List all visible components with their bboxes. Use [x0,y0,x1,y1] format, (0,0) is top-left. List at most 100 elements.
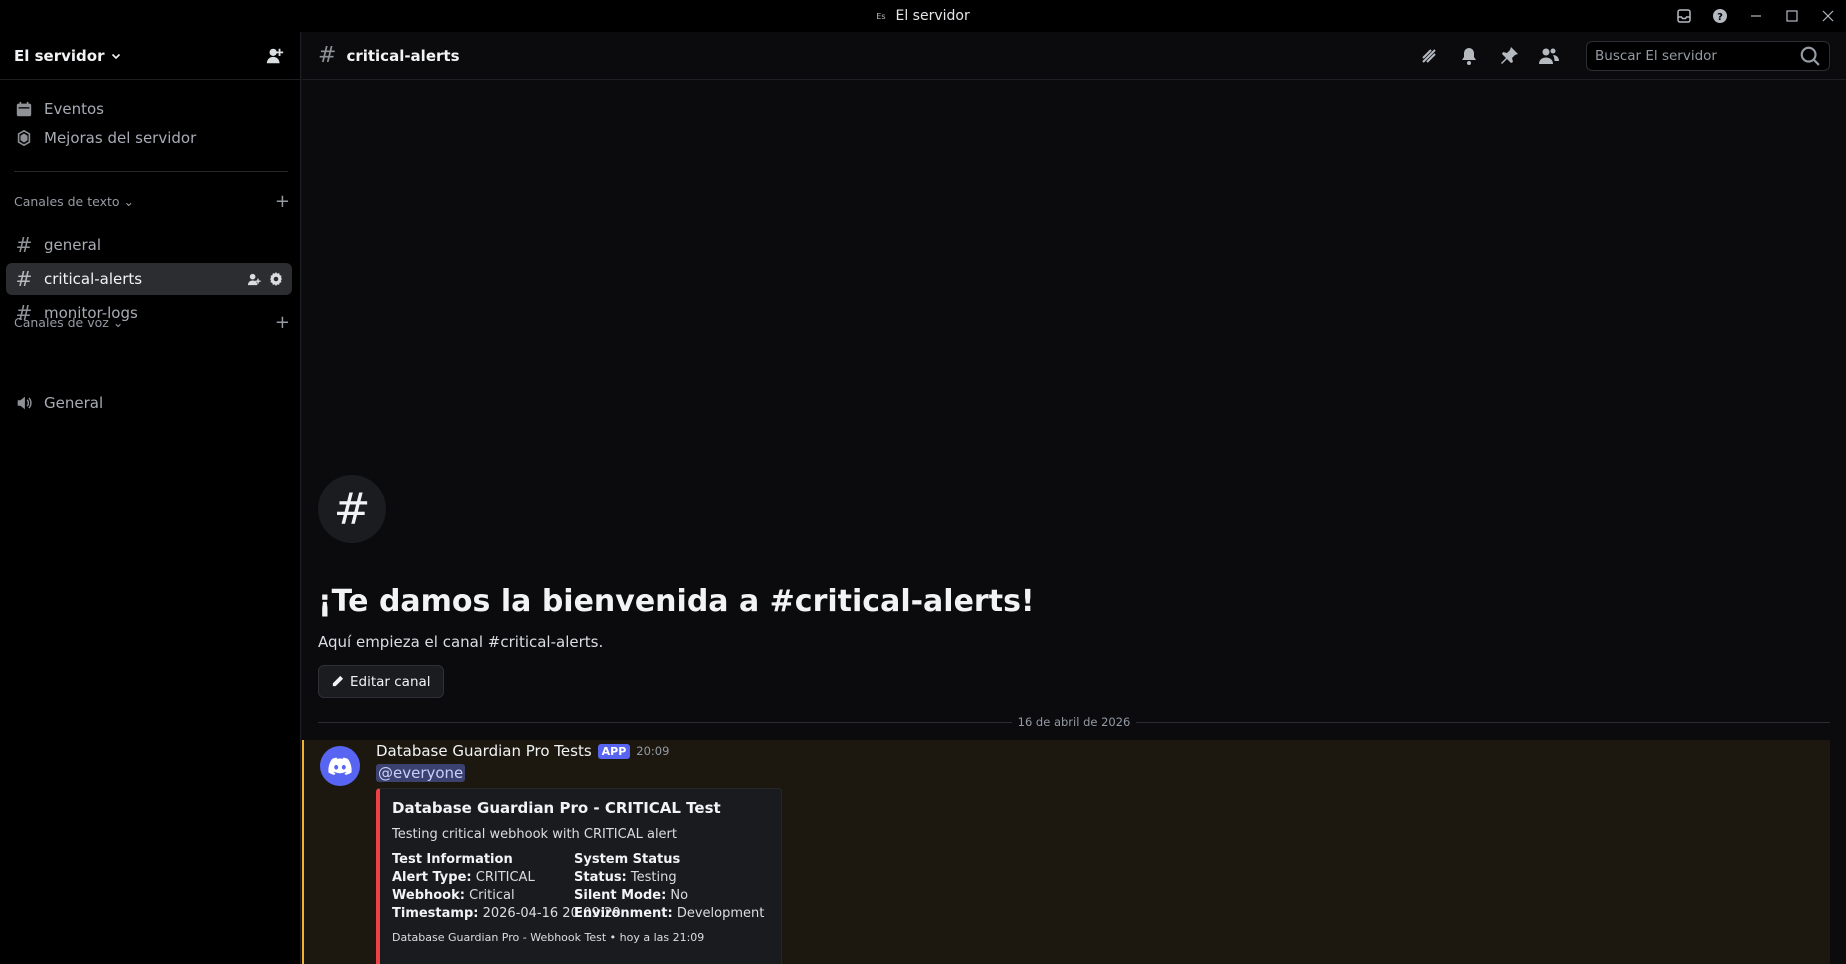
channel-main: # critical-alerts # ¡Te damos la bienven… [302,32,1846,964]
category-label-text: Canales de texto [14,193,120,209]
message-embed: Database Guardian Pro - CRITICAL Test Te… [376,788,782,964]
category-label-text: Canales de voz [14,314,109,330]
chevron-down-icon: ⌄ [123,193,135,209]
inbox-icon[interactable] [1666,0,1702,32]
close-icon[interactable] [1810,0,1846,32]
search-input[interactable] [1595,47,1799,64]
channel-actions [247,271,284,287]
embed-field-name: Test Information [392,852,513,867]
discord-logo-icon [328,757,352,775]
bell-icon[interactable] [1458,45,1480,67]
text-channel-hash-icon: # [15,267,33,291]
sidebar-item-mejoras[interactable]: Mejoras del servidor [6,122,292,154]
channel-item-critical-alerts[interactable]: # critical-alerts [6,263,292,295]
embed-field-line: Timestamp: 2026-04-16 20:09:29 [392,905,621,923]
divider-line [1136,721,1830,723]
field-key: Status: [574,870,627,885]
chevron-down-icon [112,53,121,59]
calendar-icon [14,99,34,119]
member-list-icon[interactable] [1538,45,1560,67]
pin-icon[interactable] [1498,45,1520,67]
field-key: Webhook: [392,888,465,903]
message-item[interactable]: Database Guardian Pro Tests APP 20:09 @e… [302,740,1830,964]
welcome-title: ¡Te damos la bienvenida a #critical-aler… [318,584,1035,619]
speaker-icon [14,393,34,413]
channel-sidebar: El servidor Eventos Mejoras del servidor… [0,32,301,964]
invite-people-icon[interactable] [264,45,286,67]
category-label[interactable]: Canales de texto ⌄ [14,194,134,209]
maximize-icon[interactable] [1774,0,1810,32]
channel-welcome-hash-icon: # [318,475,386,543]
search-icon [1800,46,1820,66]
message-header: Database Guardian Pro Tests APP 20:09 [376,742,669,760]
invite-icon[interactable] [247,272,262,287]
app-badge: APP [597,743,631,759]
category-label[interactable]: Canales de voz ⌄ [14,315,123,330]
everyone-mention[interactable]: @everyone [376,764,466,782]
threads-icon[interactable] [1418,45,1440,67]
text-channel-hash-icon: # [15,233,33,257]
edit-channel-label: Editar canal [350,673,431,690]
edit-channel-button[interactable]: Editar canal [318,665,444,698]
embed-field-line: Webhook: Critical [392,887,568,905]
field-key: Alert Type: [392,870,472,885]
date-divider-label: 16 de abril de 2026 [1017,715,1131,729]
field-value: Development [676,906,765,921]
boost-shield-icon [14,128,34,148]
embed-field-line: Status: Testing [574,869,746,887]
category-text-channels[interactable]: Canales de texto ⌄ + [14,191,290,212]
sidebar-divider [14,171,288,172]
embed-fields: Test Information Alert Type: CRITICAL We… [392,852,769,923]
field-value: Critical [469,888,515,903]
sidebar-item-eventos[interactable]: Eventos [6,93,292,125]
server-name-label: El servidor [14,46,105,65]
field-value: CRITICAL [475,870,535,885]
help-icon[interactable]: ? [1702,0,1738,32]
window-title: Es El servidor [876,8,969,24]
field-key: Environment: [574,906,673,921]
minimize-icon[interactable] [1738,0,1774,32]
welcome-subtitle: Aquí empieza el canal #critical-alerts. [318,633,604,651]
text-channel-hash-icon: # [318,43,337,68]
server-glyph-icon: Es [876,11,886,21]
window-controls: ? [1666,0,1846,32]
embed-field-line: Alert Type: CRITICAL [392,869,568,887]
server-header[interactable]: El servidor [0,32,300,80]
channel-header: # critical-alerts [302,32,1846,80]
chevron-down-icon: ⌄ [112,314,124,330]
field-value: No [670,888,689,903]
field-key: Silent Mode: [574,888,667,903]
window-title-text: El servidor [895,8,970,24]
embed-field-line: Environment: Development [574,905,764,923]
create-channel-icon[interactable]: + [275,191,290,212]
embed-footer: Database Guardian Pro - Webhook Test • h… [392,931,705,944]
divider-line [318,721,1012,723]
gear-icon[interactable] [268,271,284,287]
category-voice-channels[interactable]: Canales de voz ⌄ + [14,312,290,333]
create-channel-icon[interactable]: + [275,312,290,333]
svg-text:?: ? [1717,12,1723,23]
embed-field-test-information: Test Information Alert Type: CRITICAL We… [392,852,621,923]
window-titlebar: Es El servidor ? [0,0,1846,32]
embed-description: Testing critical webhook with CRITICAL a… [392,827,677,842]
channel-label: general [44,236,102,254]
server-name[interactable]: El servidor [14,47,122,65]
date-divider: 16 de abril de 2026 [318,714,1830,730]
embed-field-system-status: System Status Status: Testing Silent Mod… [574,852,764,923]
channel-label: critical-alerts [44,270,143,288]
embed-field-name: System Status [574,852,681,867]
channel-item-general[interactable]: # general [6,229,292,261]
avatar[interactable] [320,746,360,786]
pencil-icon [332,675,344,687]
voice-channel-general[interactable]: General [6,387,292,419]
embed-field-line: Silent Mode: No [574,887,746,905]
header-toolbar [1418,40,1830,71]
message-author[interactable]: Database Guardian Pro Tests [376,742,592,760]
channel-title: critical-alerts [346,46,460,65]
embed-title: Database Guardian Pro - CRITICAL Test [392,799,721,817]
search-box[interactable] [1586,40,1830,71]
channel-label: General [44,394,104,412]
sidebar-item-label: Mejoras del servidor [44,129,197,147]
field-value: Testing [630,870,677,885]
sidebar-item-label: Eventos [44,100,104,118]
